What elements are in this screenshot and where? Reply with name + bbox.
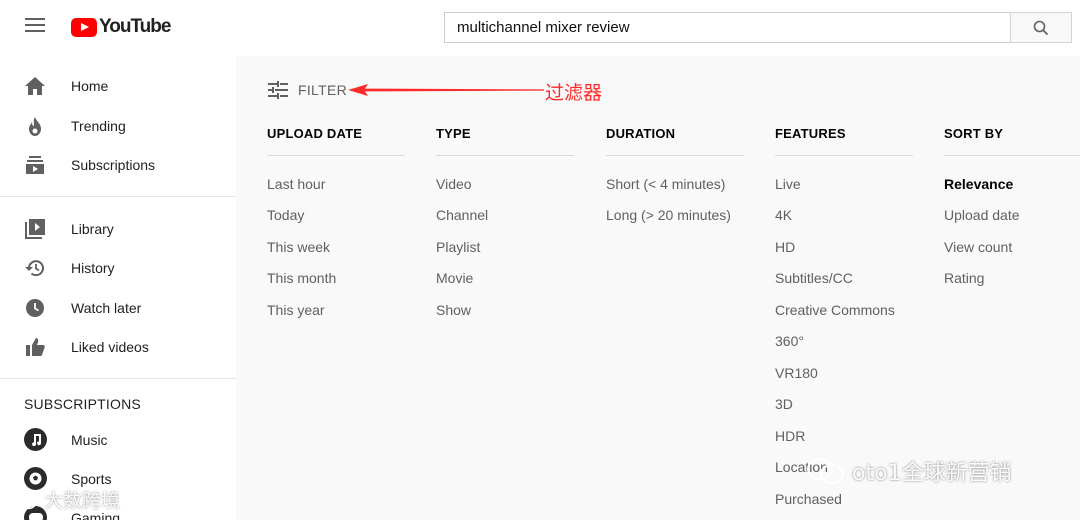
watermark-right: oto1全球新营销 (806, 455, 1012, 487)
column-divider (436, 155, 574, 156)
watermark-left-text: 大数跨境 (44, 490, 121, 512)
search-filter-panel: FILTER 过滤器 UPLOAD DATE Last hour Today T… (236, 56, 1080, 520)
column-heading: DURATION (606, 126, 676, 141)
filter-column-duration: DURATION Short (< 4 minutes) Long (> 20 … (606, 126, 744, 223)
filter-label: FILTER (298, 82, 347, 98)
column-divider (267, 155, 405, 156)
filter-option[interactable]: Movie (436, 270, 473, 286)
filter-option[interactable]: 4K (775, 207, 792, 223)
subscriptions-heading: SUBSCRIPTIONS (24, 396, 141, 412)
filter-icon (268, 81, 288, 99)
sidebar-item-label: Liked videos (71, 339, 149, 355)
filter-option[interactable]: Channel (436, 207, 488, 223)
sidebar-item-label: Watch later (71, 300, 142, 316)
watermark-left: 大数跨境 (8, 486, 120, 513)
sidebar-item-label: Trending (71, 118, 126, 134)
column-heading: FEATURES (775, 126, 846, 141)
search-icon (1033, 20, 1049, 35)
filter-option[interactable]: Short (< 4 minutes) (606, 176, 725, 192)
filter-option[interactable]: 360° (775, 333, 804, 349)
filter-option[interactable]: View count (944, 239, 1012, 255)
sidebar-item-label: Home (71, 78, 109, 94)
annotation-text: 过滤器 (545, 82, 603, 104)
search-box[interactable] (444, 12, 1010, 43)
sidebar-item-library[interactable]: Library (0, 209, 236, 249)
logo-text: YouTube (99, 16, 171, 37)
filter-option[interactable]: Long (> 20 minutes) (606, 207, 731, 223)
youtube-logo[interactable]: YouTube (71, 16, 171, 37)
music-icon (24, 428, 47, 451)
top-bar: YouTube (0, 0, 1080, 56)
history-icon (24, 258, 46, 278)
filter-option[interactable]: Purchased (775, 491, 842, 507)
filter-option[interactable]: This year (267, 302, 325, 318)
sidebar-item-watch-later[interactable]: Watch later (0, 288, 236, 328)
sidebar-item-home[interactable]: Home (0, 66, 236, 106)
column-divider (944, 155, 1080, 156)
column-heading: UPLOAD DATE (267, 126, 363, 141)
sidebar-item-label: Subscriptions (71, 157, 156, 173)
filter-option[interactable]: Creative Commons (775, 302, 895, 318)
subscriptions-icon (24, 155, 46, 175)
column-heading: SORT BY (944, 126, 1004, 141)
filter-button[interactable]: FILTER (268, 78, 347, 102)
sidebar-item-label: History (71, 260, 115, 276)
sidebar-item-trending[interactable]: Trending (0, 106, 236, 146)
filter-option[interactable]: This week (267, 239, 330, 255)
thumbs-up-icon (24, 337, 46, 357)
filter-option[interactable]: HD (775, 239, 795, 255)
filter-option[interactable]: Upload date (944, 207, 1020, 223)
home-icon (24, 76, 46, 96)
filter-column-upload-date: UPLOAD DATE Last hour Today This week Th… (267, 126, 405, 318)
filter-option[interactable]: Live (775, 176, 801, 192)
filter-option[interactable]: 3D (775, 396, 793, 412)
column-heading: TYPE (436, 126, 471, 141)
filter-option-selected[interactable]: Relevance (944, 176, 1013, 192)
filter-option[interactable]: Today (267, 207, 304, 223)
sidebar: Home Trending Subscriptions Library Hist… (0, 56, 236, 520)
filter-option[interactable]: Show (436, 302, 471, 318)
sidebar-divider (0, 196, 236, 197)
annotation-arrow (348, 84, 544, 96)
filter-option[interactable]: Video (436, 176, 472, 192)
watermark-right-text: oto1全球新营销 (852, 461, 1012, 486)
wechat-icon (8, 490, 37, 509)
library-icon (24, 219, 46, 239)
sidebar-divider (0, 378, 236, 379)
filter-option[interactable]: This month (267, 270, 336, 286)
filter-option[interactable]: Playlist (436, 239, 480, 255)
sidebar-item-liked-videos[interactable]: Liked videos (0, 327, 236, 367)
clock-icon (24, 298, 46, 318)
filter-option[interactable]: Rating (944, 270, 984, 286)
filter-column-type: TYPE Video Channel Playlist Movie Show (436, 126, 574, 318)
column-divider (606, 155, 744, 156)
sidebar-item-history[interactable]: History (0, 248, 236, 288)
filter-option[interactable]: HDR (775, 428, 805, 444)
sidebar-item-label: Music (71, 432, 108, 448)
filter-option[interactable]: Last hour (267, 176, 325, 192)
filter-column-features: FEATURES Live 4K HD Subtitles/CC Creativ… (775, 126, 913, 507)
sidebar-item-label: Sports (71, 471, 112, 487)
column-divider (775, 155, 913, 156)
filter-column-sort-by: SORT BY Relevance Upload date View count… (944, 126, 1080, 286)
wechat-icon (807, 458, 844, 484)
flame-icon (24, 116, 46, 136)
sidebar-item-music[interactable]: Music (0, 420, 236, 460)
sidebar-item-subscriptions[interactable]: Subscriptions (0, 145, 236, 185)
search-input[interactable] (445, 13, 1010, 42)
filter-option[interactable]: Subtitles/CC (775, 270, 853, 286)
sidebar-item-label: Library (71, 221, 114, 237)
search-button[interactable] (1010, 12, 1072, 43)
youtube-play-icon (71, 17, 97, 37)
filter-option[interactable]: VR180 (775, 365, 818, 381)
menu-icon[interactable] (25, 18, 45, 34)
